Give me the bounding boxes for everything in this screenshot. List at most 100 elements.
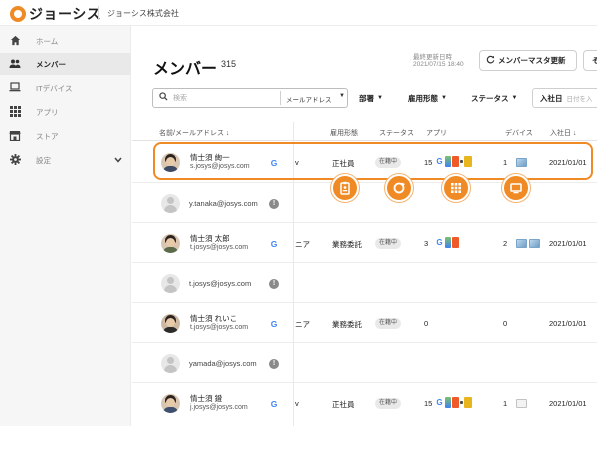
- app-icon: [452, 397, 459, 408]
- avatar: [161, 234, 180, 253]
- status-badge: 在籍中: [375, 398, 402, 409]
- search-icon: [159, 92, 168, 103]
- app-icon: [452, 237, 459, 248]
- employment-type-filter[interactable]: 雇用形態 ▼: [408, 88, 447, 108]
- caret-down-icon: ▼: [441, 95, 447, 101]
- join-date-placeholder: 日付を入: [566, 96, 593, 103]
- device-count: 1: [503, 399, 508, 408]
- status-filter-label: ステータス: [471, 93, 509, 103]
- table-row[interactable]: 情士須 れいこ t.josys@josys.com G ニア 業務委託 在籍中 …: [132, 303, 597, 343]
- warning-icon: !: [269, 199, 279, 209]
- people-icon: [9, 58, 21, 70]
- device-icon: [529, 239, 540, 248]
- brand-name: ジョーシス: [29, 6, 102, 22]
- join-date-cell: 2021/01/01: [549, 239, 587, 248]
- sidebar-item-label: ホーム: [36, 36, 59, 46]
- brand-logo[interactable]: ジョーシス: [10, 4, 101, 24]
- last-update-value: 2021/07/15 18:40: [413, 61, 464, 68]
- warning-icon: !: [269, 279, 279, 289]
- department-filter-label: 部署: [359, 93, 374, 103]
- chevron-down-icon[interactable]: [114, 156, 122, 165]
- logo-mark-icon: [10, 6, 26, 22]
- sync-icon: [385, 174, 413, 202]
- app-icon: [460, 401, 463, 404]
- employment-type-cell: 業務委託: [332, 240, 362, 249]
- monitor-icon: [502, 174, 530, 202]
- page-title: メンバー: [153, 61, 218, 78]
- table-row[interactable]: 情士須 太郎 t.josys@josys.com G ニア 業務委託 在籍中 3…: [132, 223, 597, 263]
- sidebar-item-apps[interactable]: アプリ: [0, 101, 131, 123]
- store-icon: [9, 130, 21, 142]
- search-input[interactable]: [173, 92, 273, 104]
- sidebar-item-store[interactable]: ストア: [0, 125, 131, 147]
- member-email: t.josys@josys.com: [189, 279, 252, 288]
- sidebar: ホーム メンバー ITデバイス アプリ ストア 設定: [0, 26, 131, 449]
- table-row[interactable]: t.josys@josys.com !: [132, 263, 597, 303]
- member-role-cell: ニア: [295, 320, 310, 329]
- device-count: 2: [503, 239, 508, 248]
- last-update-label: 最終更新日時: [413, 54, 452, 61]
- app-icon-list: G: [435, 397, 472, 408]
- table-row[interactable]: yamada@josys.com !: [132, 343, 597, 383]
- employment-type-cell: 正社員: [332, 400, 355, 409]
- avatar: [161, 194, 180, 213]
- sidebar-item-label: アプリ: [36, 107, 59, 117]
- sidebar-item-home[interactable]: ホーム: [0, 30, 131, 52]
- column-header-join-date[interactable]: 入社日 ↓: [550, 128, 576, 138]
- avatar: [161, 274, 180, 293]
- member-count: 315: [221, 59, 237, 69]
- caret-down-icon: ▼: [339, 93, 345, 99]
- overflow-button[interactable]: そ: [583, 50, 597, 71]
- drive-app-icon: [445, 397, 451, 408]
- caret-down-icon: ▼: [377, 95, 383, 101]
- avatar: [161, 314, 180, 333]
- device-count: 0: [503, 319, 508, 328]
- sidebar-item-label: ITデバイス: [36, 83, 73, 93]
- sidebar-item-members[interactable]: メンバー: [0, 53, 131, 75]
- member-email: t.josys@josys.com: [190, 244, 249, 251]
- join-date-filter-label: 入社日: [540, 93, 563, 103]
- app-count: 3: [424, 239, 429, 248]
- member-email: j.josys@josys.com: [190, 404, 248, 411]
- device-icon: [516, 239, 527, 248]
- join-date-filter[interactable]: 入社日 日付を入: [532, 88, 597, 108]
- row-highlight-frame: [153, 142, 593, 180]
- sidebar-item-settings[interactable]: 設定: [0, 149, 131, 171]
- member-role-cell: v: [295, 399, 299, 408]
- member-master-update-label: メンバーマスタ更新: [498, 56, 566, 65]
- laptop-icon: [9, 82, 21, 94]
- app-icon-list: G: [435, 237, 459, 248]
- app-count: 0: [424, 319, 429, 328]
- employment-type-filter-label: 雇用形態: [408, 93, 438, 103]
- google-app-icon: G: [436, 398, 443, 407]
- main-content: メンバー 315 最終更新日時 2021/07/15 18:40 メンバーマスタ…: [132, 26, 597, 449]
- member-role-cell: ニア: [295, 240, 310, 249]
- home-icon: [9, 35, 21, 47]
- table-row[interactable]: 情士須 鐙 j.josys@josys.com G v 正社員 在籍中 15 G…: [132, 383, 597, 423]
- sidebar-item-it-devices[interactable]: ITデバイス: [0, 77, 131, 99]
- drive-app-icon: [445, 237, 451, 248]
- join-date-cell: 2021/01/01: [549, 399, 587, 408]
- sidebar-item-label: メンバー: [36, 59, 66, 69]
- sync-icon: [486, 55, 495, 66]
- status-filter[interactable]: ステータス ▼: [471, 88, 517, 108]
- search-scope-select[interactable]: メールアドレス: [286, 94, 332, 104]
- app-icon: [464, 397, 472, 408]
- column-header-status: ステータス: [379, 130, 414, 137]
- avatar: [161, 354, 180, 373]
- caret-down-icon: ▼: [511, 95, 518, 101]
- apps-grid-icon: [9, 106, 21, 118]
- google-app-icon: G: [436, 238, 443, 247]
- department-filter[interactable]: 部署 ▼: [359, 88, 383, 108]
- member-email: yamada@josys.com: [189, 359, 257, 368]
- google-icon: G: [270, 399, 278, 409]
- company-name: ジョーシス株式会社: [107, 9, 179, 18]
- page-bottom-area: [0, 426, 597, 449]
- status-badge: 在籍中: [375, 238, 402, 249]
- search-field[interactable]: メールアドレス ▼: [152, 88, 348, 108]
- column-header-name-email[interactable]: 名前/メールアドレス ↓: [159, 128, 229, 138]
- member-email: t.josys@josys.com: [190, 324, 249, 331]
- column-header-devices: デバイス: [505, 130, 533, 137]
- member-master-update-button[interactable]: メンバーマスタ更新: [479, 50, 577, 71]
- badge-icon: [331, 174, 359, 202]
